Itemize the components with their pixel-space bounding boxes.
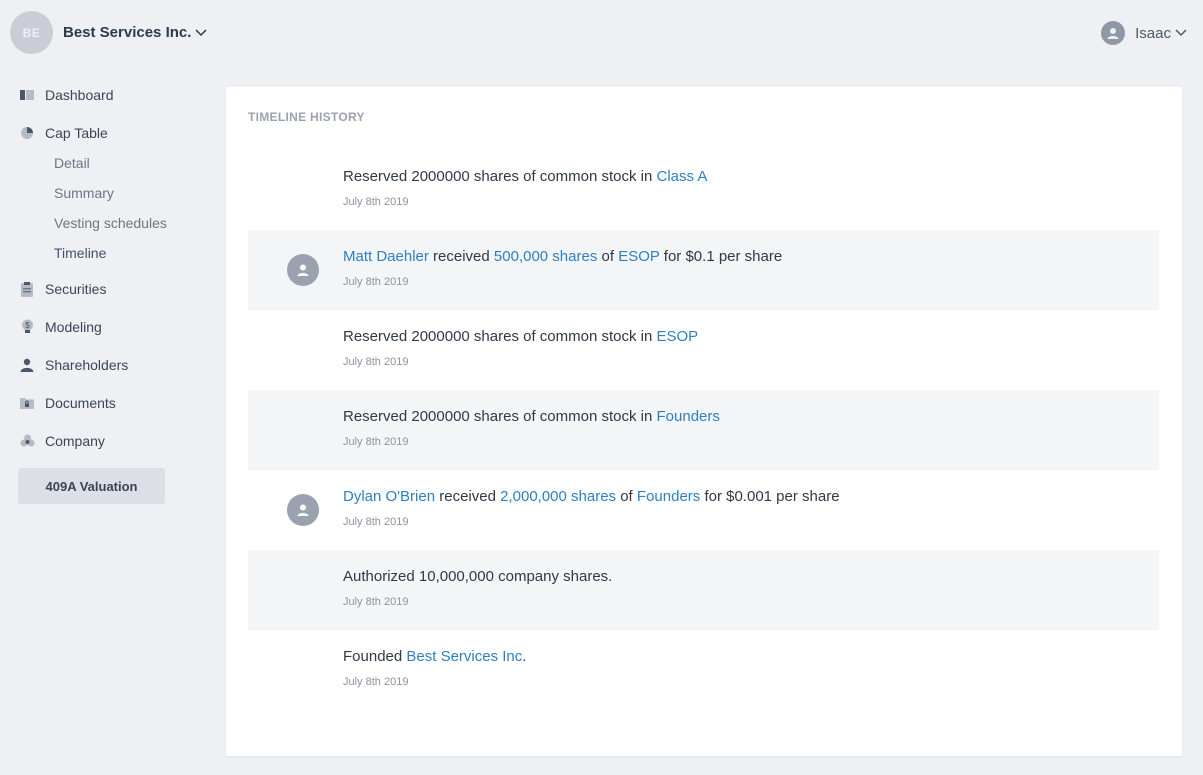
sidebar-item-label: Shareholders bbox=[45, 357, 129, 373]
shareholder-link[interactable]: Matt Daehler bbox=[343, 248, 429, 265]
sidebar-item-label: Company bbox=[45, 433, 105, 449]
share-class-link[interactable]: Class A bbox=[657, 168, 708, 185]
svg-text:$: $ bbox=[25, 321, 30, 330]
avatar-icon bbox=[287, 254, 319, 286]
event-text-segment: Reserved 2000000 shares of common stock … bbox=[343, 408, 657, 425]
org-switcher[interactable]: BE Best Services Inc. bbox=[10, 11, 207, 54]
event-text-segment: received bbox=[428, 248, 494, 265]
user-avatar-icon bbox=[1101, 21, 1126, 45]
timeline-event: Matt Daehler received 500,000 shares of … bbox=[248, 230, 1159, 310]
share-class-link[interactable]: Founders bbox=[657, 408, 720, 425]
event-date: July 8th 2019 bbox=[343, 436, 409, 448]
dashboard-icon bbox=[19, 87, 35, 103]
shares-link[interactable]: 500,000 shares bbox=[494, 248, 597, 265]
sidebar-item-company[interactable]: Company bbox=[0, 426, 210, 456]
timeline-event: Authorized 10,000,000 company shares. Ju… bbox=[248, 550, 1159, 630]
event-date: July 8th 2019 bbox=[343, 516, 409, 528]
event-text-segment: . bbox=[522, 648, 527, 665]
lightbulb-dollar-icon: $ bbox=[19, 319, 35, 335]
event-text-segment: Authorized 10,000,000 company shares. bbox=[343, 568, 613, 585]
sidebar-item-label: Modeling bbox=[45, 319, 102, 335]
sidebar-item-dashboard[interactable]: Dashboard bbox=[0, 80, 210, 110]
event-text: Reserved 2000000 shares of common stock … bbox=[343, 168, 707, 185]
event-text: Matt Daehler received 500,000 shares of … bbox=[343, 248, 782, 265]
subnav-item-vesting-schedules[interactable]: Vesting schedules bbox=[0, 208, 210, 238]
user-menu[interactable]: Isaac bbox=[1101, 21, 1187, 45]
event-text-segment: for $0.1 per share bbox=[659, 248, 783, 265]
event-date: July 8th 2019 bbox=[343, 596, 409, 608]
sidebar-item-label: Securities bbox=[45, 281, 107, 297]
event-text-segment: of bbox=[597, 248, 619, 265]
sidebar-item-shareholders[interactable]: Shareholders bbox=[0, 350, 210, 380]
sidebar-item-cap-table[interactable]: Cap Table bbox=[0, 118, 210, 148]
event-text-segment: Reserved 2000000 shares of common stock … bbox=[343, 168, 657, 185]
event-text-segment: for $0.001 per share bbox=[700, 488, 840, 505]
chevron-down-icon bbox=[195, 28, 207, 36]
event-text: Dylan O'Brien received 2,000,000 shares … bbox=[343, 488, 840, 505]
sidebar-item-securities[interactable]: Securities bbox=[0, 274, 210, 304]
subnav-item-timeline[interactable]: Timeline bbox=[0, 238, 210, 268]
sidebar-item-documents[interactable]: Documents bbox=[0, 388, 210, 418]
cap-table-subnav: Detail Summary Vesting schedules Timelin… bbox=[0, 148, 210, 268]
event-date: July 8th 2019 bbox=[343, 676, 409, 688]
sidebar-item-modeling[interactable]: $ Modeling bbox=[0, 312, 210, 342]
chevron-down-icon bbox=[1175, 29, 1187, 37]
subnav-item-detail[interactable]: Detail bbox=[0, 148, 210, 178]
page-title: TIMELINE HISTORY bbox=[248, 110, 365, 124]
event-text-segment: received bbox=[435, 488, 501, 505]
event-date: July 8th 2019 bbox=[343, 196, 409, 208]
share-class-link[interactable]: Founders bbox=[637, 488, 700, 505]
409a-valuation-button[interactable]: 409A Valuation bbox=[18, 468, 165, 504]
timeline-event: Dylan O'Brien received 2,000,000 shares … bbox=[248, 470, 1159, 550]
org-name: Best Services Inc. bbox=[63, 24, 192, 41]
event-text: Reserved 2000000 shares of common stock … bbox=[343, 328, 698, 345]
avatar-icon bbox=[287, 494, 319, 526]
org-avatar: BE bbox=[10, 11, 53, 54]
event-text-segment: Reserved 2000000 shares of common stock … bbox=[343, 328, 657, 345]
share-class-link[interactable]: ESOP bbox=[618, 248, 659, 265]
company-link[interactable]: Best Services Inc bbox=[406, 648, 522, 665]
sidebar-item-label: Cap Table bbox=[45, 125, 108, 141]
timeline-event: Reserved 2000000 shares of common stock … bbox=[248, 150, 1159, 230]
sidebar-item-label: Documents bbox=[45, 395, 116, 411]
timeline-event: Reserved 2000000 shares of common stock … bbox=[248, 310, 1159, 390]
shares-link[interactable]: 2,000,000 shares bbox=[500, 488, 616, 505]
timeline-list: Reserved 2000000 shares of common stock … bbox=[248, 150, 1159, 710]
subnav-item-summary[interactable]: Summary bbox=[0, 178, 210, 208]
timeline-event: Founded Best Services Inc. July 8th 2019 bbox=[248, 630, 1159, 710]
clipboard-icon bbox=[19, 281, 35, 297]
sidebar-nav: Dashboard Cap Table Detail Summary Vesti… bbox=[0, 80, 210, 504]
event-text: Founded Best Services Inc. bbox=[343, 648, 526, 665]
folder-lock-icon bbox=[19, 395, 35, 411]
event-text-segment: of bbox=[616, 488, 637, 505]
user-name: Isaac bbox=[1135, 24, 1171, 42]
event-date: July 8th 2019 bbox=[343, 356, 409, 368]
timeline-card: TIMELINE HISTORY Reserved 2000000 shares… bbox=[226, 87, 1182, 756]
company-icon bbox=[19, 433, 35, 449]
event-date: July 8th 2019 bbox=[343, 276, 409, 288]
shareholder-link[interactable]: Dylan O'Brien bbox=[343, 488, 435, 505]
person-icon bbox=[19, 357, 35, 373]
event-text: Reserved 2000000 shares of common stock … bbox=[343, 408, 720, 425]
event-text-segment: Founded bbox=[343, 648, 407, 665]
pie-chart-icon bbox=[19, 125, 35, 141]
sidebar-item-label: Dashboard bbox=[45, 87, 114, 103]
share-class-link[interactable]: ESOP bbox=[657, 328, 699, 345]
timeline-event: Reserved 2000000 shares of common stock … bbox=[248, 390, 1159, 470]
event-text: Authorized 10,000,000 company shares. bbox=[343, 568, 612, 585]
